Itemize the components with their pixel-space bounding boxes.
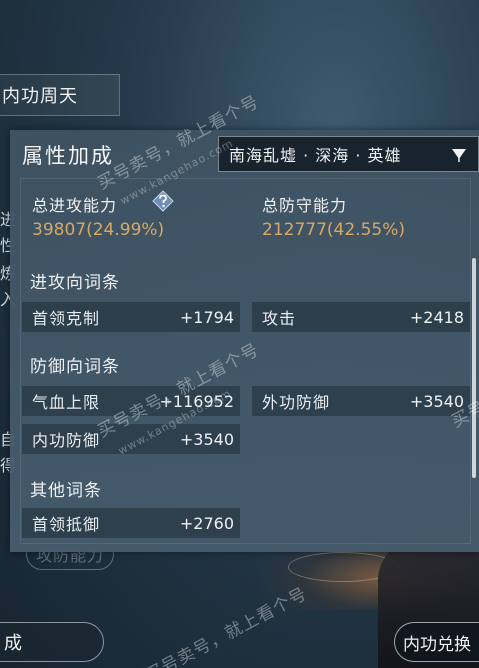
- triangle-down-icon: [452, 149, 466, 162]
- stat-value: +2760: [179, 513, 234, 533]
- stat-row: 外功防御 +3540: [252, 386, 470, 416]
- panel-title: 属性加成: [22, 144, 114, 168]
- help-diamond-icon[interactable]: [152, 190, 174, 212]
- total-defense-value: 212777(42.55%): [262, 220, 405, 240]
- stat-row: 攻击 +2418: [252, 302, 470, 332]
- total-attack-label: 总进攻能力: [32, 196, 118, 215]
- stat-value: +116952: [159, 391, 234, 411]
- stat-row: 首领抵御 +2760: [22, 508, 240, 538]
- stat-row: 气血上限 +116952: [22, 386, 240, 416]
- side-tab-neigong[interactable]: 内功周天: [0, 74, 120, 116]
- total-attack-value: 39807(24.99%): [32, 220, 165, 240]
- stat-value: +3540: [409, 391, 464, 411]
- neigong-exchange-label: 内功兑换: [403, 634, 471, 655]
- region-select-value: 南海乱墟 · 深海 · 英雄: [229, 146, 402, 165]
- region-select[interactable]: 南海乱墟 · 深海 · 英雄: [218, 136, 479, 172]
- attribute-bonus-panel: 属性加成 南海乱墟 · 深海 · 英雄 总进攻能力 39807(24.99%) …: [10, 130, 479, 552]
- stat-value: +2418: [409, 307, 464, 327]
- section-title-attack: 进攻向词条: [30, 273, 120, 293]
- stat-name: 攻击: [262, 309, 297, 328]
- stat-value: +1794: [179, 307, 234, 327]
- stat-row: 首领克制 +1794: [22, 302, 240, 332]
- bottom-left-label: 成: [4, 633, 22, 654]
- bottom-left-button[interactable]: 成: [0, 622, 104, 662]
- section-title-defense: 防御向词条: [30, 357, 120, 377]
- stat-name: 首领抵御: [32, 515, 101, 534]
- section-title-other: 其他词条: [30, 481, 102, 501]
- side-tab-label: 内功周天: [2, 86, 78, 107]
- panel-scrollbar[interactable]: [472, 258, 476, 478]
- stat-value: +3540: [179, 429, 234, 449]
- stat-name: 内功防御: [32, 431, 101, 450]
- total-defense-label: 总防守能力: [262, 196, 348, 215]
- neigong-exchange-button[interactable]: 内功兑换: [394, 622, 479, 662]
- stat-name: 首领克制: [32, 309, 101, 328]
- stat-name: 外功防御: [262, 393, 331, 412]
- stat-name: 气血上限: [32, 393, 101, 412]
- stat-row: 内功防御 +3540: [22, 424, 240, 454]
